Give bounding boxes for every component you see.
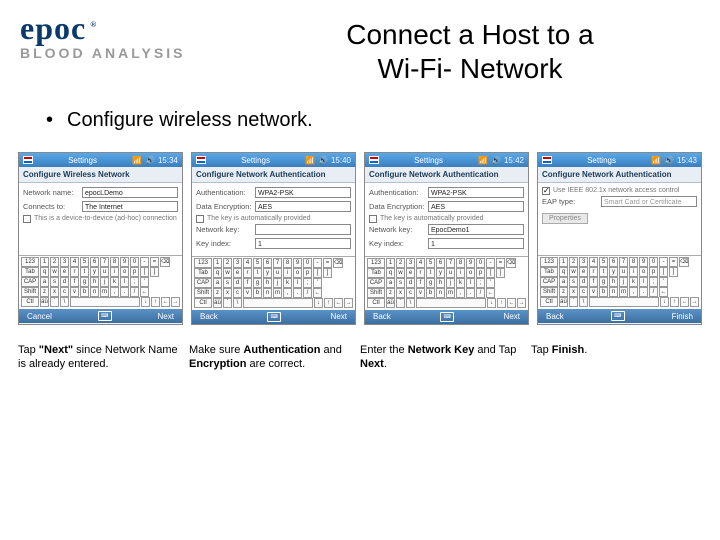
on-screen-keyboard[interactable]: 1231234567890-=⌫Tabqwertyuiop[]CAPasdfgh…	[192, 256, 355, 310]
next-button[interactable]: Next	[504, 312, 520, 321]
brand-subtitle: BLOOD ANALYSIS	[20, 45, 240, 61]
screen-body: Authentication:WPA2-PSKData Encryption:A…	[365, 183, 528, 255]
volume-icon: 🔊	[318, 156, 328, 165]
keyboard-icon[interactable]: ⌨	[98, 311, 112, 321]
settings-label: Settings	[241, 156, 270, 165]
clock-label: 15:40	[331, 156, 351, 165]
title-line-1: Connect a Host to a	[346, 19, 593, 50]
screen-heading: Configure Network Authentication	[365, 167, 528, 183]
settings-label: Settings	[414, 156, 443, 165]
clock-label: 15:34	[158, 156, 178, 165]
status-bar: Settings 📶🔊15:34	[19, 153, 182, 167]
settings-label: Settings	[68, 156, 97, 165]
screen-body: Network name:epocLDemoConnects to:The In…	[19, 183, 182, 255]
caption-1: Tap "Next" since Network Name is already…	[18, 343, 183, 372]
bottom-bar: Back ⌨ Next	[365, 310, 528, 324]
screen-body: Use IEEE 802.1x network access controlEA…	[538, 183, 701, 255]
brand-name: epoc	[20, 10, 86, 46]
volume-icon: 🔊	[664, 156, 674, 165]
settings-label: Settings	[587, 156, 616, 165]
title-line-2: Wi-Fi- Network	[377, 53, 562, 84]
on-screen-keyboard[interactable]: 1231234567890-=⌫Tabqwertyuiop[]CAPasdfgh…	[538, 255, 701, 309]
caption-4: Tap Finish.	[531, 343, 696, 372]
screenshot-3: Settings 📶🔊15:42 Configure Network Authe…	[364, 152, 529, 324]
caption-3: Enter the Network Key and Tap Next.	[360, 343, 525, 372]
keyboard-icon[interactable]: ⌨	[267, 312, 281, 322]
volume-icon: 🔊	[491, 156, 501, 165]
back-button[interactable]: Back	[546, 312, 564, 321]
registered-mark: ®	[90, 20, 97, 29]
bottom-bar: Back ⌨ Next	[192, 310, 355, 324]
screen-heading: Configure Wireless Network	[19, 167, 182, 183]
signal-icon: 📶	[305, 156, 315, 165]
back-button[interactable]: Cancel	[27, 312, 52, 321]
screenshot-2: Settings 📶🔊15:40 Configure Network Authe…	[191, 152, 356, 324]
signal-icon: 📶	[651, 156, 661, 165]
volume-icon: 🔊	[145, 156, 155, 165]
signal-icon: 📶	[478, 156, 488, 165]
start-flag-icon	[23, 156, 33, 164]
bullet-text: Configure wireless network.	[0, 85, 720, 132]
keyboard-icon[interactable]: ⌨	[440, 312, 454, 322]
page-title: Connect a Host to a Wi-Fi- Network	[240, 10, 700, 85]
back-button[interactable]: Back	[200, 312, 218, 321]
start-flag-icon	[542, 156, 552, 164]
properties-button[interactable]: Properties	[542, 213, 588, 224]
on-screen-keyboard[interactable]: 1231234567890-=⌫Tabqwertyuiop[]CAPasdfgh…	[19, 255, 182, 309]
start-flag-icon	[369, 156, 379, 164]
logo-area: epoc ® BLOOD ANALYSIS	[20, 10, 240, 61]
next-button[interactable]: Finish	[672, 312, 693, 321]
start-flag-icon	[196, 156, 206, 164]
clock-label: 15:42	[504, 156, 524, 165]
status-bar: Settings 📶🔊15:43	[538, 153, 701, 167]
clock-label: 15:43	[677, 156, 697, 165]
caption-2: Make sure Authentication and Encryption …	[189, 343, 354, 372]
keyboard-icon[interactable]: ⌨	[611, 311, 625, 321]
screenshot-4: Settings 📶🔊15:43 Configure Network Authe…	[537, 152, 702, 324]
on-screen-keyboard[interactable]: 1231234567890-=⌫Tabqwertyuiop[]CAPasdfgh…	[365, 256, 528, 310]
screen-heading: Configure Network Authentication	[538, 167, 701, 183]
screenshot-1: Settings 📶🔊15:34 Configure Wireless Netw…	[18, 152, 183, 324]
bottom-bar: Back ⌨ Finish	[538, 309, 701, 323]
signal-icon: 📶	[132, 156, 142, 165]
screen-body: Authentication:WPA2-PSKData Encryption:A…	[192, 183, 355, 255]
screen-heading: Configure Network Authentication	[192, 167, 355, 183]
status-bar: Settings 📶🔊15:42	[365, 153, 528, 167]
next-button[interactable]: Next	[158, 312, 174, 321]
brand-logo: epoc ®	[20, 10, 240, 47]
bottom-bar: Cancel ⌨ Next	[19, 309, 182, 323]
back-button[interactable]: Back	[373, 312, 391, 321]
status-bar: Settings 📶🔊15:40	[192, 153, 355, 167]
next-button[interactable]: Next	[331, 312, 347, 321]
